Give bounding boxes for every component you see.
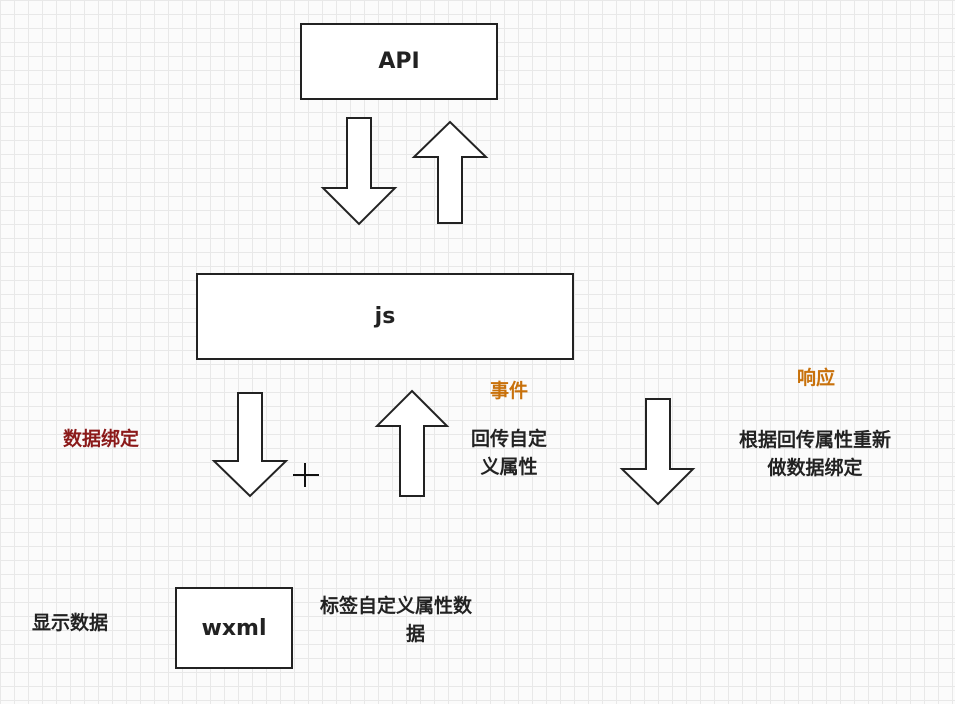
tag-attr-data-line2: 据 xyxy=(406,623,426,645)
js-box: js xyxy=(196,273,574,360)
api-box-label: API xyxy=(378,49,420,74)
api-box: API xyxy=(300,23,498,100)
callback-custom-attr-line1: 回传自定 xyxy=(470,428,547,450)
rebind-line1: 根据回传属性重新 xyxy=(738,429,891,451)
callback-custom-attr-line2: 义属性 xyxy=(480,456,538,478)
crosshair-cursor-icon xyxy=(293,463,319,487)
wxml-box-label: wxml xyxy=(201,615,267,641)
wxml-box: wxml xyxy=(175,587,293,669)
diagram-canvas: API js wxml 数据绑定 事件 回传自定 义属性 响应 根据回传属性重新… xyxy=(0,0,955,704)
response-label: 响应 xyxy=(797,367,836,389)
rebind-label: 根据回传属性重新 做数据绑定 xyxy=(715,426,915,482)
callback-custom-attr-label: 回传自定 义属性 xyxy=(461,425,557,481)
show-data-label: 显示数据 xyxy=(32,612,109,634)
js-to-api-arrow xyxy=(411,120,489,224)
data-binding-arrow xyxy=(211,392,289,498)
tag-attr-data-label: 标签自定义属性数 据 xyxy=(320,592,472,648)
rebind-line2: 做数据绑定 xyxy=(767,457,863,479)
api-to-js-arrow xyxy=(320,117,398,226)
event-label: 事件 xyxy=(490,380,529,402)
data-binding-label: 数据绑定 xyxy=(63,428,140,450)
tag-attr-data-line1: 标签自定义属性数 xyxy=(320,595,473,617)
js-box-label: js xyxy=(374,304,396,329)
event-arrow xyxy=(374,389,450,497)
response-arrow xyxy=(619,398,696,506)
